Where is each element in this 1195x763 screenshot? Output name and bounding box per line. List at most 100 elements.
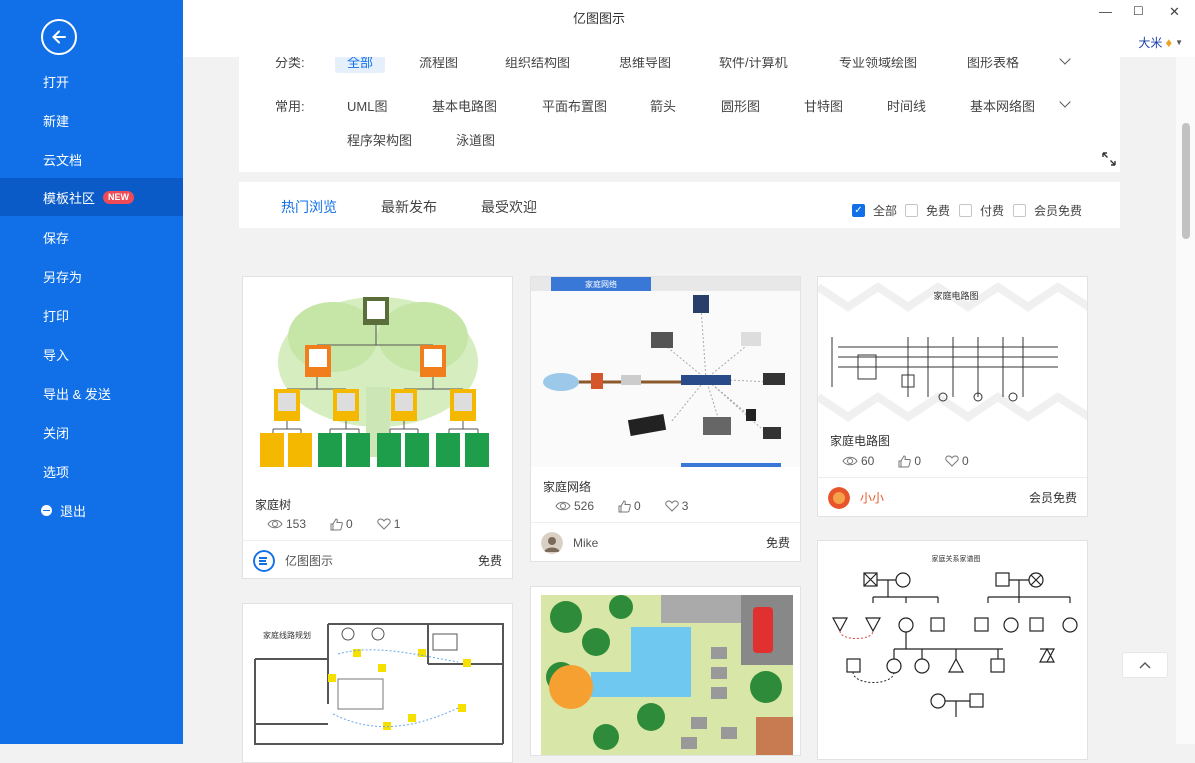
category-chip[interactable]: 流程图: [419, 57, 458, 71]
category-chip[interactable]: 软件/计算机: [719, 57, 788, 71]
heart-icon[interactable]: [945, 455, 959, 467]
sidebar-item-open[interactable]: 打开: [0, 62, 183, 100]
sidebar-item-print[interactable]: 打印: [0, 296, 183, 334]
sidebar-item-label: 另存为: [43, 269, 83, 285]
like-count: 0: [634, 499, 641, 513]
card-price: 免费: [765, 536, 790, 550]
avatar: [828, 486, 850, 509]
chevron-down-icon[interactable]: [1059, 96, 1071, 108]
category-chip[interactable]: 图形表格: [967, 57, 1019, 71]
favorite-count: 0: [962, 454, 969, 468]
sidebar-item-import[interactable]: 导入: [0, 335, 183, 373]
thumbs-up-icon[interactable]: [618, 499, 631, 513]
category-chip[interactable]: 组织结构图: [505, 57, 570, 71]
sidebar-item-label: 打印: [43, 308, 70, 324]
filter-all-checkbox[interactable]: ✓ 全部: [852, 202, 897, 219]
sidebar-item-new[interactable]: 新建: [0, 101, 183, 139]
common-chip[interactable]: 平面布置图: [542, 96, 607, 115]
heart-icon[interactable]: [377, 518, 391, 530]
checkmark-icon: ✓: [852, 204, 865, 217]
checkbox-box: [1013, 204, 1026, 217]
sidebar-item-label: 导出 & 发送: [43, 386, 111, 402]
sidebar-item-label: 选项: [43, 464, 70, 480]
category-label: 分类:: [275, 57, 305, 70]
sidebar-item-options[interactable]: 选项: [0, 452, 183, 490]
sort-tabs-bar: 热门浏览 最新发布 最受欢迎 ✓ 全部 免费 付费 会员免费: [239, 182, 1120, 228]
card-title: 家庭树: [255, 498, 292, 512]
sidebar-item-save[interactable]: 保存: [0, 218, 183, 256]
thumbs-up-icon[interactable]: [898, 454, 912, 468]
tab-hot[interactable]: 热门浏览: [281, 197, 337, 217]
common-chip[interactable]: 甘特图: [804, 96, 843, 115]
common-chip[interactable]: 基本电路图: [432, 96, 497, 115]
sidebar-item-cloud-docs[interactable]: 云文档: [0, 140, 183, 178]
template-card[interactable]: 家庭树 153 0 1 亿图图示 免费: [242, 276, 513, 579]
template-card[interactable]: 家庭电路图 家庭电路图 60 0 0 小小 会员免费: [817, 276, 1088, 517]
template-card[interactable]: [530, 586, 801, 756]
tab-popular[interactable]: 最受欢迎: [481, 197, 537, 217]
sidebar-item-export[interactable]: 导出 & 发送: [0, 374, 183, 412]
card-stats: 526 0 3: [555, 499, 712, 513]
common-chip[interactable]: 泳道图: [456, 130, 495, 149]
category-chip[interactable]: 思维导图: [619, 57, 671, 71]
filter-vip-free-checkbox[interactable]: 会员免费: [1013, 202, 1082, 219]
common-chip[interactable]: 时间线: [887, 96, 926, 115]
template-card[interactable]: 家庭网络 家庭网络 526 0 3 Mike 免费: [530, 276, 801, 562]
tab-latest[interactable]: 最新发布: [381, 197, 437, 217]
sidebar-item-label: 新建: [43, 113, 70, 129]
card-footer: Mike 免费: [531, 522, 800, 561]
card-thumbnail: 家庭电路图: [818, 277, 1087, 427]
filter-free-checkbox[interactable]: 免费: [905, 202, 950, 219]
minimize-button[interactable]: —: [1099, 4, 1112, 19]
card-author[interactable]: Mike: [573, 536, 598, 550]
common-chip[interactable]: 程序架构图: [347, 130, 412, 149]
common-chip[interactable]: 基本网络图: [970, 96, 1035, 115]
vertical-scrollbar[interactable]: [1176, 57, 1195, 744]
template-card[interactable]: 家庭线路规划: [242, 603, 513, 763]
eye-icon: [267, 519, 283, 529]
eye-icon: [555, 501, 571, 511]
card-thumbnail: 家庭关系家谱图: [818, 541, 1087, 759]
maximize-button[interactable]: ☐: [1133, 4, 1144, 18]
card-title: 家庭电路图: [830, 434, 891, 448]
common-chip[interactable]: UML图: [347, 96, 387, 115]
card-thumbnail: [531, 587, 800, 755]
filter-panel: 分类: 全部 流程图 组织结构图 思维导图 软件/计算机 专业领域绘图 图形表格…: [239, 57, 1120, 172]
edraw-logo-icon: [253, 549, 275, 572]
favorite-count: 1: [393, 517, 401, 531]
card-thumbnail: [243, 277, 512, 482]
sidebar-item-label: 关闭: [43, 425, 70, 441]
scrollbar-thumb[interactable]: [1182, 123, 1190, 239]
template-card[interactable]: 家庭关系家谱图: [817, 540, 1088, 760]
thumb-label: 家庭线路规划: [263, 630, 311, 640]
thumb-label: 家庭关系家谱图: [932, 554, 981, 563]
common-chip[interactable]: 箭头: [650, 96, 676, 115]
card-footer: 小小 会员免费: [818, 477, 1087, 516]
common-chip[interactable]: 圆形图: [721, 96, 760, 115]
expand-icon[interactable]: [1102, 152, 1116, 166]
sidebar-item-save-as[interactable]: 另存为: [0, 257, 183, 295]
sidebar-item-label: 打开: [43, 74, 70, 90]
back-to-top-button[interactable]: [1122, 652, 1168, 678]
heart-icon[interactable]: [665, 500, 679, 512]
card-author[interactable]: 小小: [860, 489, 884, 506]
back-button[interactable]: [41, 19, 77, 55]
close-button[interactable]: ✕: [1169, 4, 1180, 20]
checkbox-label: 免费: [926, 204, 951, 218]
category-chip[interactable]: 专业领域绘图: [839, 57, 917, 71]
sidebar-item-label: 导入: [43, 347, 70, 363]
checkbox-label: 会员免费: [1034, 204, 1083, 218]
card-author[interactable]: 亿图图示: [285, 552, 333, 569]
filter-paid-checkbox[interactable]: 付费: [959, 202, 1004, 219]
sidebar-item-template-community[interactable]: 模板社区 NEW: [0, 178, 183, 216]
chevron-down-icon[interactable]: [1059, 57, 1071, 65]
view-count: 60: [861, 454, 875, 468]
user-menu[interactable]: 大米 ♦ ▼: [1138, 34, 1183, 51]
checkbox-box: [959, 204, 972, 217]
sidebar-item-exit[interactable]: 退出: [0, 491, 183, 529]
card-thumbnail: 家庭网络: [531, 277, 800, 467]
thumbs-up-icon[interactable]: [330, 517, 343, 531]
sidebar-item-close[interactable]: 关闭: [0, 413, 183, 451]
category-chip[interactable]: 全部: [335, 57, 386, 73]
title-bar: 亿图图示 — ☐ ✕ 大米 ♦ ▼: [183, 0, 1195, 57]
